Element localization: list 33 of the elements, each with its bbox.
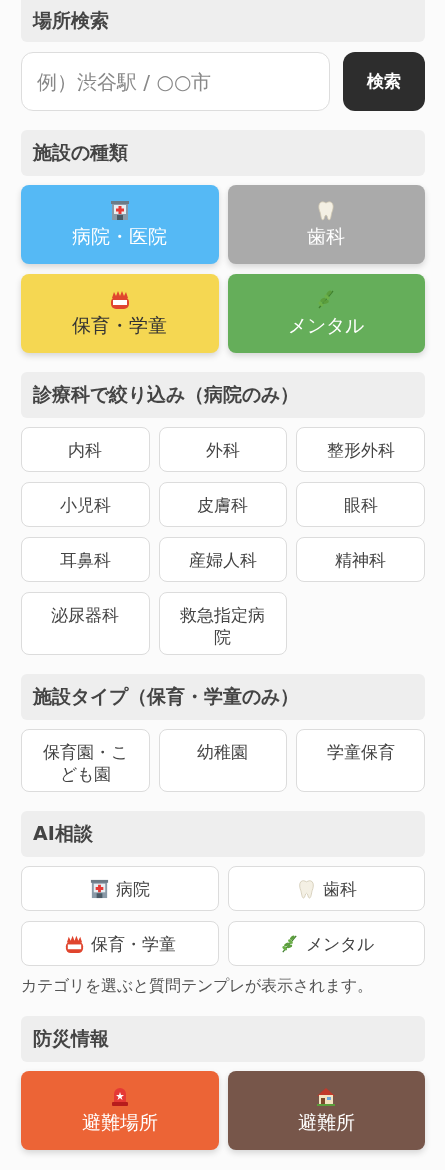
consult-button[interactable]: 保育・学童 <box>21 921 219 967</box>
filter-chip[interactable]: 皮膚科 <box>158 482 288 527</box>
section-heading: AI相談 <box>21 811 425 858</box>
section-heading: 防災情報 <box>21 1016 425 1063</box>
section-heading: 施設の種類 <box>21 130 425 176</box>
hospital-icon <box>89 878 111 900</box>
filter-chip[interactable]: 小児科 <box>21 482 150 527</box>
category-tile[interactable]: 保育・学童 <box>21 274 219 353</box>
hint-text: カテゴリを選ぶと質問テンプレが表示されます。 <box>21 977 373 996</box>
filter-chip[interactable]: 整形外科 <box>296 427 425 472</box>
filter-chip[interactable]: 内科 <box>21 427 150 472</box>
section-heading: 施設タイプ（保育・学童のみ） <box>21 674 425 721</box>
hospital-icon <box>108 199 131 221</box>
filter-chip[interactable]: 耳鼻科 <box>21 537 150 582</box>
consult-button[interactable]: 歯科 <box>227 866 425 912</box>
section-heading: 診療科で絞り込み（病院のみ） <box>21 372 425 418</box>
filter-chip[interactable]: 幼稚園 <box>158 729 288 793</box>
filter-chip[interactable]: 救急指定病院 <box>158 592 288 656</box>
house-icon <box>315 1085 338 1108</box>
consult-button[interactable]: メンタル <box>227 921 425 967</box>
filter-chip[interactable]: 泌尿器科 <box>21 592 150 656</box>
filter-chip[interactable]: 精神科 <box>296 537 425 582</box>
search-button[interactable]: 検索 <box>343 52 425 111</box>
filter-chip[interactable]: 眼科 <box>296 482 425 527</box>
filter-chip[interactable]: 学童保育 <box>296 729 425 793</box>
name-badge-icon <box>63 933 85 955</box>
search-field[interactable]: 例）渋谷駅 / ○○市 <box>21 52 330 111</box>
category-tile[interactable]: 避難所 <box>227 1071 425 1151</box>
filter-chip[interactable]: 産婦人科 <box>158 537 288 582</box>
section-heading: 場所検索 <box>21 0 425 42</box>
consult-button[interactable]: 病院 <box>21 866 219 912</box>
filter-chip[interactable]: 保育園・こども園 <box>21 729 150 793</box>
filter-chip[interactable]: 外科 <box>158 427 288 472</box>
